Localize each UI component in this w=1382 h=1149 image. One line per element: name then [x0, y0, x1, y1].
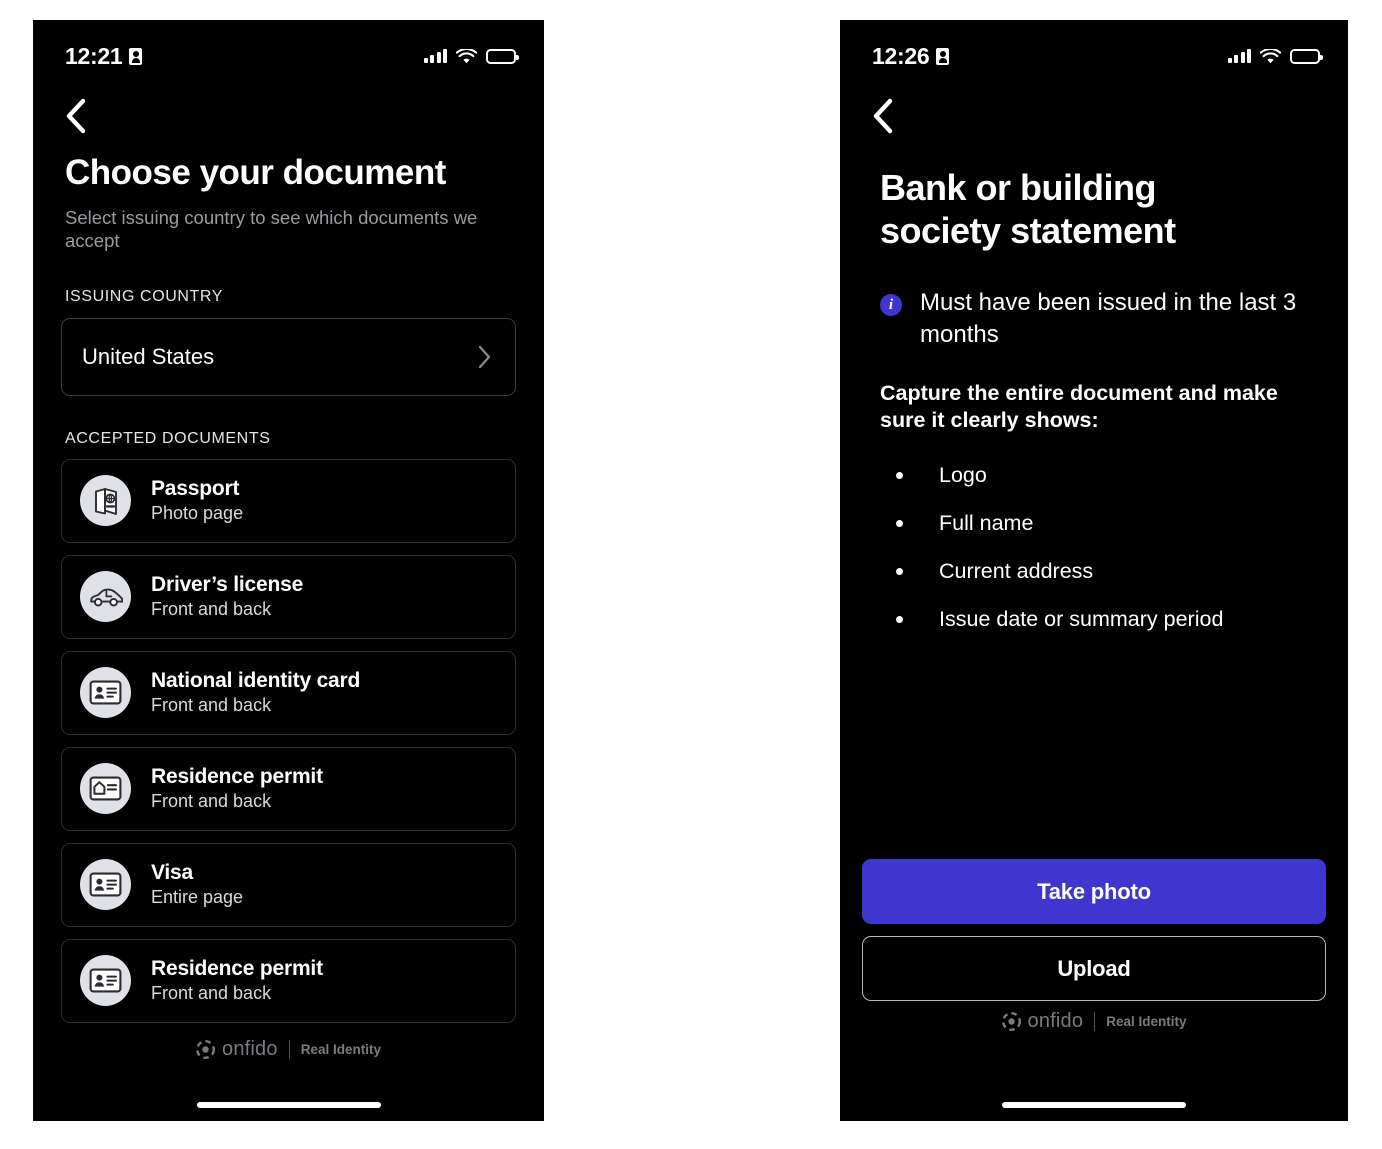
requirement-item: Full name	[896, 500, 1326, 548]
battery-icon	[486, 48, 519, 64]
page-title: Bank or building society statement	[880, 167, 1176, 252]
issuing-country-value: United States	[82, 343, 215, 369]
status-bar: 12:21	[33, 20, 544, 78]
screen-body: Choose your document Select issuing coun…	[33, 96, 544, 1121]
document-option-text: Visa Entire page	[151, 861, 243, 908]
issuing-country-select[interactable]: United States	[61, 317, 516, 396]
home-indicator	[196, 1102, 381, 1108]
document-option-residence-permit-2[interactable]: Residence permit Front and back	[61, 938, 516, 1023]
info-note-text: Must have been issued in the last 3 mont…	[920, 289, 1297, 348]
onfido-logo: onfido	[1001, 1010, 1084, 1033]
requirement-label: Full name	[939, 511, 1034, 535]
back-button[interactable]	[872, 96, 906, 136]
issuing-country-label: ISSUING COUNTRY	[65, 287, 224, 305]
document-subtitle: Entire page	[151, 887, 244, 908]
info-note: i Must have been issued in the last 3 mo…	[880, 287, 1326, 349]
document-option-passport[interactable]: Passport Photo page	[61, 458, 516, 543]
accepted-documents-list: Passport Photo page Driver’s license Fro…	[61, 458, 516, 1023]
id-badge-icon	[129, 47, 143, 65]
footer-divider	[288, 1040, 290, 1059]
back-button[interactable]	[65, 96, 99, 136]
bullet-icon	[896, 472, 903, 479]
battery-icon	[1290, 48, 1323, 64]
document-subtitle: Front and back	[151, 791, 272, 812]
document-option-text: Driver’s license Front and back	[151, 573, 303, 620]
residence-card-icon	[80, 763, 131, 815]
take-photo-button[interactable]: Take photo	[862, 859, 1326, 924]
requirement-label: Issue date or summary period	[939, 607, 1224, 631]
onfido-footer: onfido Real Identity	[840, 1010, 1348, 1033]
status-time: 12:26	[872, 42, 930, 69]
document-option-visa[interactable]: Visa Entire page	[61, 842, 516, 927]
footer-divider	[1094, 1012, 1096, 1031]
id-card-icon	[80, 859, 131, 911]
bullet-icon	[896, 616, 903, 623]
cellular-signal-icon	[423, 49, 447, 63]
action-buttons: Take photo Upload	[862, 859, 1326, 1001]
document-title: Passport	[151, 477, 240, 501]
phone-screen-bank-statement: 12:26 Bank or building society statement…	[840, 20, 1348, 1121]
id-badge-icon	[936, 47, 950, 65]
status-bar-right	[423, 48, 519, 64]
document-subtitle: Front and back	[151, 695, 272, 716]
document-title: Driver’s license	[151, 573, 304, 597]
cellular-signal-icon	[1227, 49, 1251, 63]
document-subtitle: Front and back	[151, 983, 272, 1004]
requirements-list: Logo Full name Current address Issue dat…	[896, 452, 1326, 644]
document-option-drivers-license[interactable]: Driver’s license Front and back	[61, 554, 516, 639]
id-card-icon	[80, 955, 131, 1007]
document-option-text: Residence permit Front and back	[151, 765, 323, 812]
phone-screen-choose-document: 12:21 Choose your document Select issuin…	[33, 20, 544, 1121]
onfido-wordmark: onfido	[1027, 1010, 1084, 1032]
chevron-right-icon	[477, 345, 491, 369]
document-option-text: Residence permit Front and back	[151, 957, 323, 1004]
screenshot-stage: 12:21 Choose your document Select issuin…	[0, 0, 1382, 1149]
home-indicator	[1002, 1102, 1186, 1108]
status-bar-left: 12:21	[65, 42, 143, 70]
onfido-tagline: Real Identity	[1106, 1014, 1187, 1029]
document-title: Residence permit	[151, 765, 323, 789]
requirement-item: Logo	[896, 452, 1326, 500]
document-title: Visa	[151, 861, 194, 885]
onfido-footer: onfido Real Identity	[33, 1038, 544, 1061]
car-icon	[80, 571, 131, 623]
requirement-item: Current address	[896, 548, 1326, 596]
status-bar-right	[1227, 48, 1323, 64]
document-option-text: Passport Photo page	[151, 477, 243, 524]
passport-icon	[80, 475, 131, 527]
accepted-documents-label: ACCEPTED DOCUMENTS	[65, 429, 271, 447]
status-bar: 12:26	[840, 20, 1348, 78]
onfido-wordmark: onfido	[222, 1038, 278, 1060]
requirement-item: Issue date or summary period	[896, 596, 1326, 644]
onfido-tagline: Real Identity	[300, 1042, 381, 1057]
bullet-icon	[896, 568, 903, 575]
wifi-icon	[1260, 48, 1281, 64]
info-icon: i	[880, 294, 902, 317]
screen-body: Bank or building society statement i Mus…	[840, 96, 1348, 1121]
bullet-icon	[896, 520, 903, 527]
document-subtitle: Photo page	[151, 503, 244, 524]
status-bar-left: 12:26	[872, 42, 950, 70]
onfido-logo: onfido	[196, 1038, 278, 1061]
id-card-icon	[80, 667, 131, 719]
document-title: Residence permit	[151, 957, 323, 981]
document-title: National identity card	[151, 669, 361, 693]
page-title: Choose your document	[65, 153, 446, 192]
document-option-text: National identity card Front and back	[151, 669, 360, 716]
capture-instructions: Capture the entire document and make sur…	[880, 380, 1278, 432]
document-option-national-identity-card[interactable]: National identity card Front and back	[61, 650, 516, 735]
upload-button[interactable]: Upload	[862, 936, 1326, 1001]
wifi-icon	[456, 48, 477, 64]
requirement-label: Logo	[939, 463, 987, 487]
requirement-label: Current address	[939, 559, 1094, 583]
document-subtitle: Front and back	[151, 599, 272, 620]
document-option-residence-permit[interactable]: Residence permit Front and back	[61, 746, 516, 831]
status-time: 12:21	[65, 42, 123, 69]
page-subtitle: Select issuing country to see which docu…	[65, 206, 478, 252]
